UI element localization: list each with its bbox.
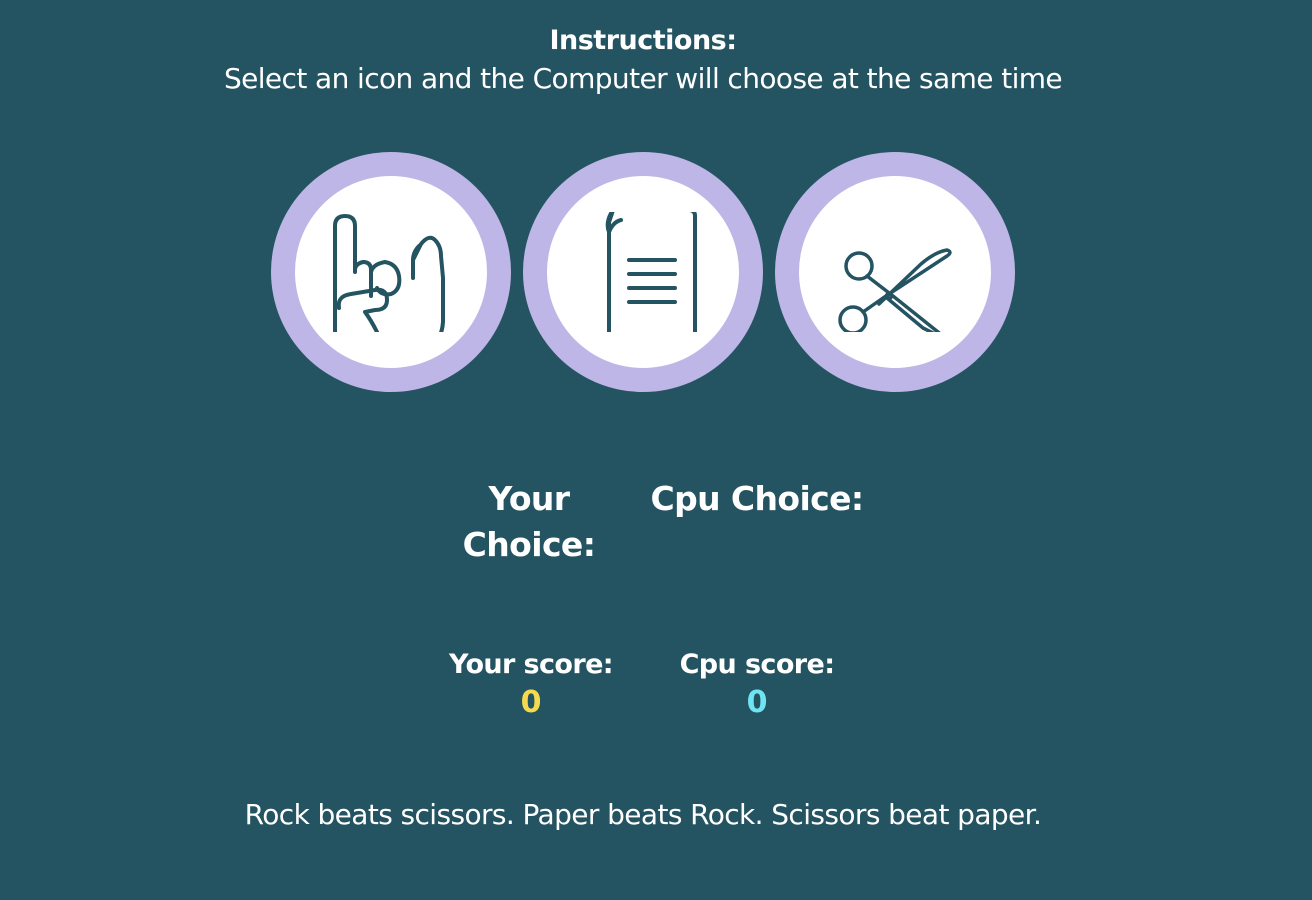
cpu-score-value: 0: [746, 685, 768, 720]
your-score-label: Your score:: [448, 649, 614, 680]
instructions: Instructions: Select an icon and the Com…: [0, 22, 1286, 98]
cpu-score-label: Cpu score:: [679, 649, 835, 680]
paper-button-face[interactable]: [547, 176, 739, 368]
rules-text: Rock beats scissors. Paper beats Rock. S…: [244, 798, 1042, 831]
your-score-block: Your score: 0: [411, 646, 651, 722]
cpu-score-block: Cpu score: 0: [637, 646, 877, 722]
rock-hand-icon: [333, 214, 445, 332]
scissors-icon: [838, 248, 952, 332]
instructions-title: Instructions:: [549, 25, 737, 56]
scissors-button[interactable]: [775, 152, 1015, 392]
your-choice-label: Your Choice:: [462, 479, 596, 564]
rock-button-face[interactable]: [295, 176, 487, 368]
cpu-choice-label: Cpu Choice:: [650, 479, 864, 518]
paper-document-icon: [605, 212, 697, 332]
rock-button[interactable]: [271, 152, 511, 392]
paper-button[interactable]: [523, 152, 763, 392]
scissors-button-face[interactable]: [799, 176, 991, 368]
your-score-value: 0: [520, 685, 542, 720]
instructions-text: Select an icon and the Computer will cho…: [223, 62, 1063, 95]
